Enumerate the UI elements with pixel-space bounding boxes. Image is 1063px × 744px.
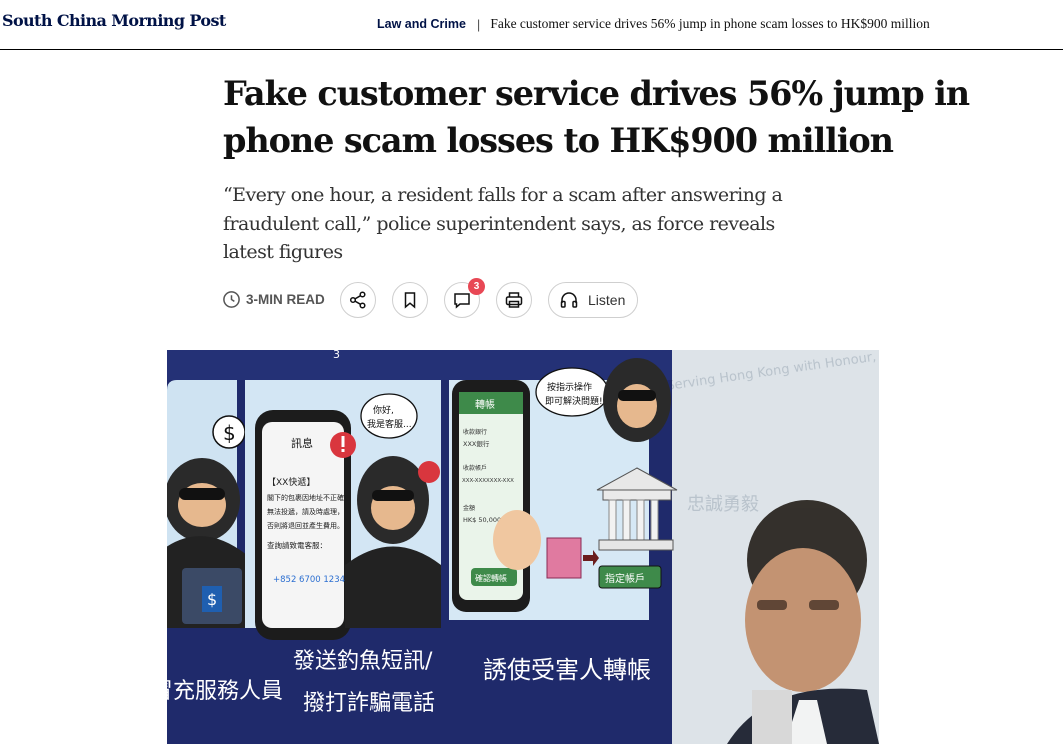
caption-middle-1: 發送釣魚短訊/: [293, 649, 433, 674]
caption-middle-2: 撥打詐騙電話: [303, 691, 435, 716]
comment-icon: [454, 293, 470, 309]
caption-right: 誘使受害人轉帳: [483, 656, 651, 684]
bookmark-icon: [404, 292, 416, 309]
transfer-confirm-button: 確認轉帳: [475, 573, 507, 583]
dollar-sign-bubble: $: [223, 421, 236, 445]
laptop-dollar-sign: $: [207, 590, 217, 609]
comment-button[interactable]: 3: [444, 278, 485, 318]
print-button[interactable]: [496, 282, 532, 318]
listen-label: Listen: [588, 292, 626, 308]
bookmark-button[interactable]: [392, 282, 428, 318]
sms-line-4: 否則將退回並產生費用。: [267, 521, 344, 530]
sms-line-3: 無法投遞，請及時處理，: [267, 507, 344, 516]
transfer-title: 轉帳: [475, 398, 495, 411]
article-headline: Fake customer service drives 56% jump in…: [223, 74, 970, 160]
breadcrumb: Law and Crime | Fake customer service dr…: [377, 16, 930, 32]
brand-logo[interactable]: South China Morning Post: [2, 11, 226, 30]
transfer-line-1: 收款銀行: [463, 428, 487, 436]
bubble-hello-2: 我是客服...: [367, 418, 412, 430]
background-motto-zh: 忠誠勇毅: [687, 494, 759, 515]
share-icon: [349, 291, 366, 309]
caption-left: 冒充服務人員: [167, 679, 283, 704]
transfer-line-6: HK$ 50,000: [463, 516, 501, 524]
sms-line-5: 查詢請致電客服：: [267, 540, 327, 550]
panel-number: 3: [333, 350, 340, 361]
comment-count-badge: 3: [468, 278, 485, 295]
headphones-icon: [560, 292, 578, 308]
phone-chat-title: 訊息: [291, 436, 313, 450]
transfer-line-2: XXX銀行: [463, 439, 490, 448]
listen-button[interactable]: Listen: [548, 282, 638, 318]
poster-panel-1: $ $: [167, 380, 247, 628]
bank-label: 指定帳戶: [605, 572, 645, 585]
bubble-hello-1: 你好,: [373, 404, 394, 416]
share-button[interactable]: [340, 282, 376, 318]
sms-line-2: 閣下的包裹因地址不正確: [267, 493, 344, 502]
article-standfirst: “Every one hour, a resident falls for a …: [223, 184, 783, 263]
top-nav-bar: South China Morning Post Law and Crime |…: [0, 0, 1063, 50]
read-time: 3-MIN READ: [222, 290, 325, 309]
clock-icon: [223, 291, 240, 308]
bubble-instruction-1: 按指示操作: [547, 381, 592, 393]
print-icon: [505, 292, 523, 308]
sms-line-6: +852 6700 1234: [273, 575, 345, 585]
poster-panel-2: 訊息 【XX快遞】 閣下的包裹因地址不正確 無法投遞，請及時處理， 否則將退回並…: [245, 380, 441, 640]
hero-image: Serving Hong Kong with Honour, Duty and …: [167, 350, 879, 744]
read-time-label: 3-MIN READ: [246, 292, 325, 307]
section-link[interactable]: Law and Crime: [377, 17, 466, 31]
transfer-line-5: 金額: [463, 504, 475, 512]
breadcrumb-separator: |: [476, 16, 481, 32]
breadcrumb-article-title: Fake customer service drives 56% jump in…: [490, 16, 930, 31]
poster-panel-3: 轉帳 收款銀行 XXX銀行 收款帳戶 XXX-XXXXXXX-XXX 金額 HK…: [449, 358, 678, 620]
sms-line-1: 【XX快遞】: [267, 476, 315, 488]
transfer-line-4: XXX-XXXXXXX-XXX: [462, 478, 514, 484]
transfer-line-3: 收款帳戶: [463, 464, 487, 472]
bubble-instruction-2: 即可解決問題!: [545, 395, 603, 407]
